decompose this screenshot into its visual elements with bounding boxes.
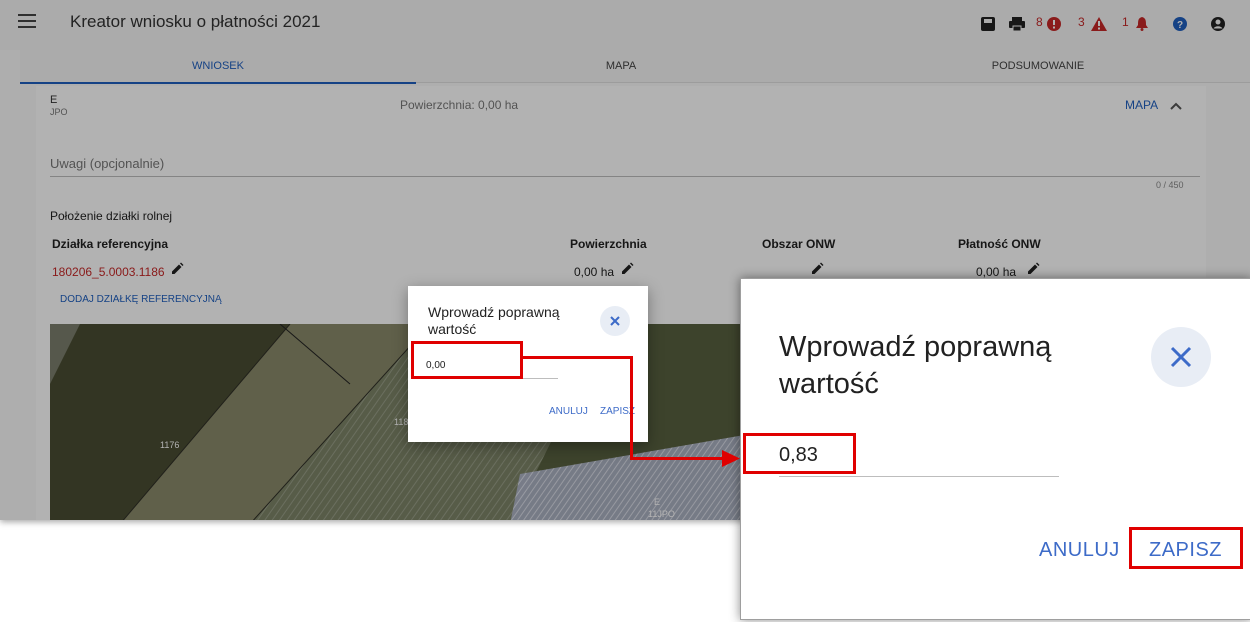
zoom-dialog-title: Wprowadź poprawną wartość [779,331,1052,401]
small-dialog-close-icon[interactable] [600,306,630,336]
close-icon[interactable] [1151,327,1211,387]
cancel-button[interactable]: ANULUJ [1039,539,1120,562]
save-button-highlight [1129,527,1243,569]
connector-line-h1 [523,356,633,359]
connector-line-h2 [630,457,726,460]
connector-line-v [630,356,633,460]
small-dialog-title: Wprowadź poprawną wartość [428,304,560,337]
small-dialog-cancel-button[interactable]: ANULUJ [549,406,588,417]
zoom-input-highlight [743,433,856,474]
connector-arrow-head-icon [722,450,740,467]
small-input-highlight [411,341,523,379]
